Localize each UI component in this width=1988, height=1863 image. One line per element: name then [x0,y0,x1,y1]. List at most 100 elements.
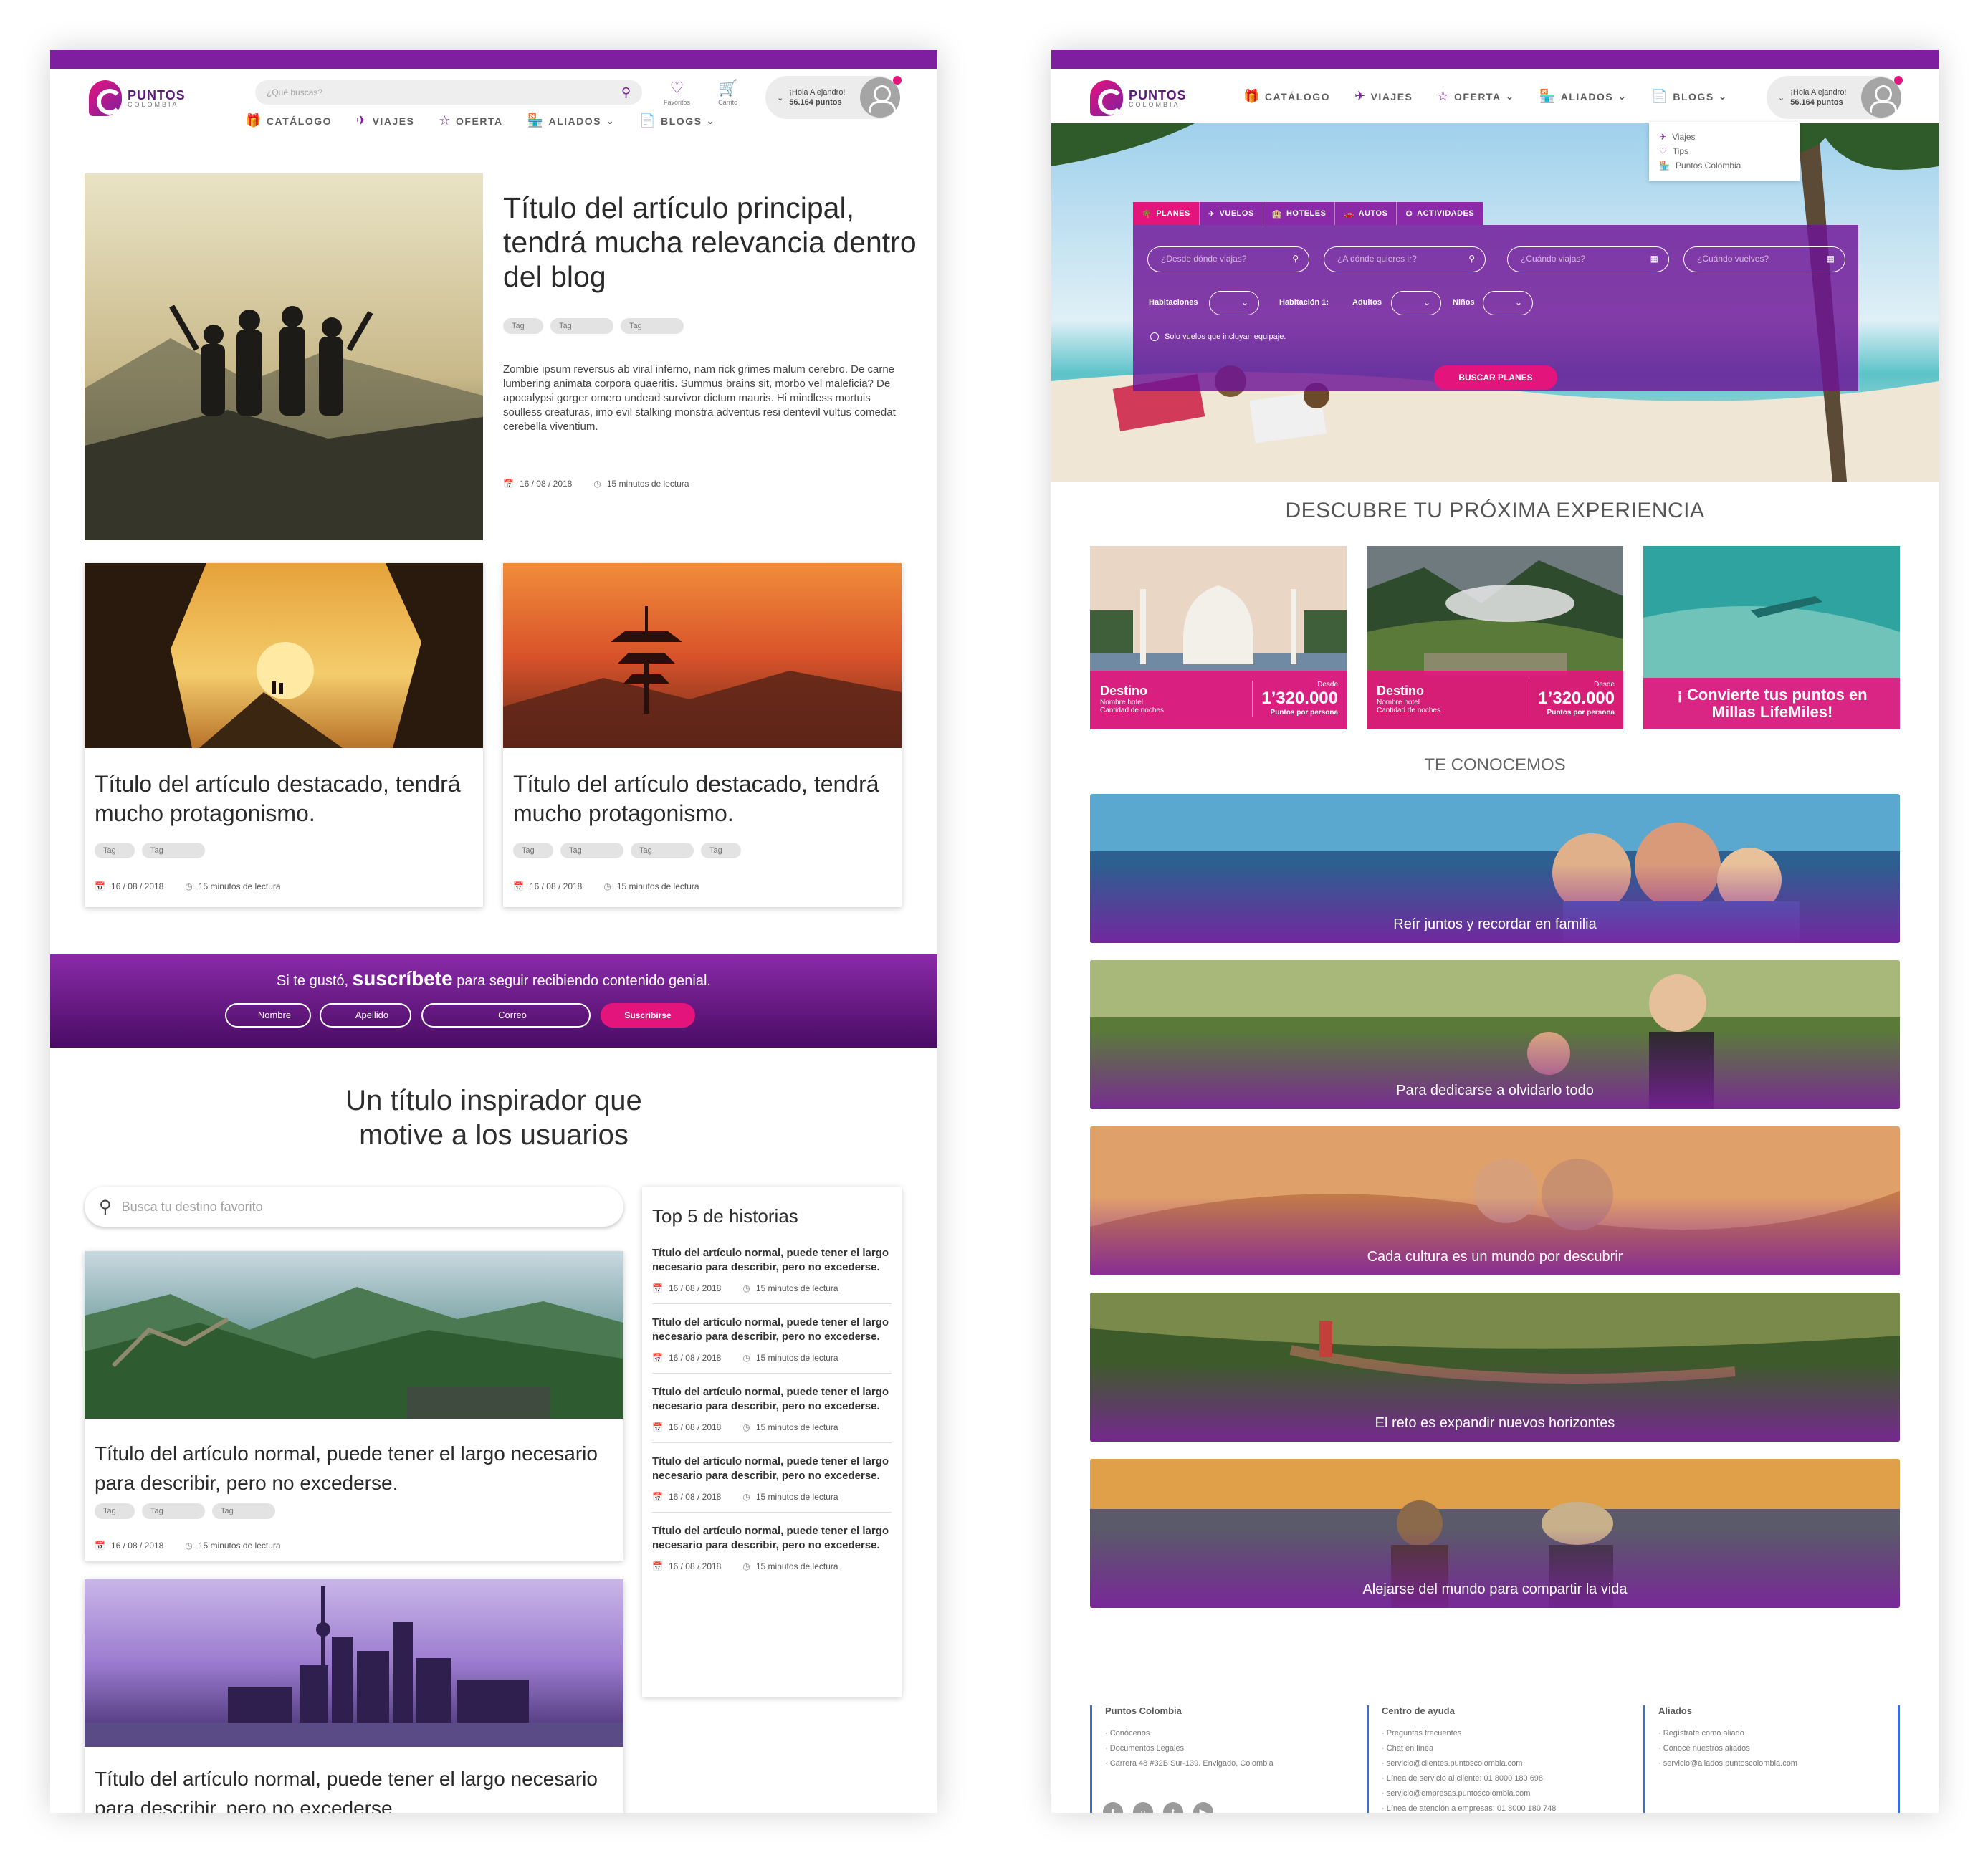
experience-banner[interactable]: Alejarse del mundo para compartir la vid… [1090,1459,1900,1608]
nav-catalogo[interactable]: 🎁 CATÁLOGO [245,113,332,128]
main-article-title[interactable]: Título del artículo principal, tendrá mu… [503,191,919,294]
lifemiles-card[interactable]: ¡ Convierte tus puntos en Millas LifeMil… [1643,546,1900,729]
destination-search-input[interactable]: ⚲ Busca tu destino favorito [85,1187,623,1227]
nav-aliados[interactable]: 🏪 ALIADOS ⌄ [527,113,616,128]
facebook-icon[interactable]: f [1103,1802,1123,1813]
featured-meta: 📅 16 / 08 / 2018 ◷ 15 minutos de lectura [513,881,699,891]
nav-catalogo[interactable]: 🎁 CATÁLOGO [1243,89,1330,104]
tag[interactable]: Tag [142,843,205,858]
tag[interactable]: Tag [95,1503,135,1519]
habitaciones-select[interactable]: ⌄ [1209,291,1259,315]
tab-vuelos[interactable]: ✈ VUELOS [1199,202,1263,225]
puntos-logo[interactable]: PUNTOS COLOMBIA [89,80,186,116]
know-title: TE CONOCEMOS [1424,755,1566,775]
featured-article-card[interactable]: Título del artículo destacado, tendrá mu… [85,563,483,907]
experience-banner[interactable]: Cada cultura es un mundo por descubrir [1090,1126,1900,1275]
experience-banner[interactable]: El reto es expandir nuevos horizontes [1090,1293,1900,1442]
blogs-menu-item[interactable]: ♡ Tips [1659,146,1789,156]
depart-date-input[interactable]: ¿Cuándo viajas? ▦ [1507,246,1669,272]
nav-viajes[interactable]: ✈ VIAJES [1354,89,1413,104]
normal-article-title[interactable]: Título del artículo normal, puede tener … [95,1764,611,1813]
cart-button[interactable]: 🛒 Carrito [718,79,737,106]
top5-item[interactable]: Título del artículo normal, puede tener … [652,1513,892,1581]
destination-price: Desde 1’320.000 Puntos por persona [1529,681,1615,717]
tag[interactable]: Tag [560,843,623,858]
nav-oferta[interactable]: ☆ OFERTA [439,113,502,128]
footer-link[interactable]: · Documentos Legales [1105,1744,1349,1753]
top5-item[interactable]: Título del artículo normal, puede tener … [652,1304,892,1374]
adultos-select[interactable]: ⌄ [1391,291,1441,315]
nav-blogs[interactable]: 📄 BLOGS ⌄ [1651,89,1727,104]
to-input[interactable]: ¿A dónde quieres ir? ⚲ [1324,246,1486,272]
tab-autos[interactable]: 🚗 AUTOS [1335,202,1397,225]
experience-banner[interactable]: Para dedicarse a olvidarlo todo [1090,960,1900,1109]
youtube-icon[interactable]: ▶ [1193,1802,1213,1813]
footer-link[interactable]: · Preguntas frecuentes [1382,1729,1626,1738]
nav-blogs[interactable]: 📄 BLOGS ⌄ [639,113,715,128]
footer-link[interactable]: · servicio@empresas.puntoscolombia.com [1382,1789,1626,1798]
tag[interactable]: Tag [95,843,135,858]
blogs-menu-item[interactable]: ✈ Viajes [1659,132,1789,142]
buscar-planes-button[interactable]: BUSCAR PLANES [1434,365,1557,390]
luggage-option[interactable]: Solo vuelos que incluyan equipaje. [1150,332,1286,341]
tag[interactable]: Tag [513,843,553,858]
footer-link[interactable]: · Conoce nuestros aliados [1658,1744,1898,1753]
twitter-icon[interactable]: t [1163,1802,1183,1813]
favorites-button[interactable]: ♡ Favoritos [664,79,690,106]
tag[interactable]: Tag [621,318,684,334]
top5-item[interactable]: Título del artículo normal, puede tener … [652,1443,892,1513]
avatar[interactable] [1861,76,1903,118]
chevron-down-icon: ⌄ [605,115,616,126]
read-time: 15 minutos de lectura [755,1422,838,1432]
tab-actividades[interactable]: ✪ ACTIVIDADES [1397,202,1484,225]
top5-item[interactable]: Título del artículo normal, puede tener … [652,1374,892,1443]
tab-planes[interactable]: 🌴 PLANES [1133,202,1200,225]
logo-mark [1090,80,1124,116]
tag[interactable]: Tag [631,843,694,858]
blogs-menu-item[interactable]: 🏪 Puntos Colombia [1659,161,1789,171]
return-date-input[interactable]: ¿Cuándo vuelves? ▦ [1683,246,1845,272]
subscribe-button[interactable]: Suscribirse [601,1003,695,1028]
normal-article-card[interactable]: Título del artículo normal, puede tener … [85,1251,623,1561]
correo-field[interactable]: Correo [421,1003,591,1028]
instagram-icon[interactable]: ○ [1133,1802,1153,1813]
tag[interactable]: Tag [503,318,543,334]
main-article-image[interactable] [85,173,483,540]
tag[interactable]: Tag [142,1503,205,1519]
featured-title[interactable]: Título del artículo destacado, tendrá mu… [513,770,893,828]
nav-oferta[interactable]: ☆ OFERTA ⌄ [1437,89,1514,104]
user-menu[interactable]: ⌄ ¡Hola Alejandro! 56.164 puntos [765,76,902,119]
nombre-field[interactable]: Nombre [225,1003,311,1028]
tag[interactable]: Tag [212,1503,275,1519]
destination-card[interactable]: Destino Nombre hotel Cantidad de noches … [1367,546,1623,729]
tab-hoteles[interactable]: 🏨 HOTELES [1263,202,1336,225]
normal-article-card[interactable]: Título del artículo normal, puede tener … [85,1579,623,1813]
top5-item[interactable]: Título del artículo normal, puede tener … [652,1235,892,1304]
experience-banner[interactable]: Reír juntos y recordar en familia [1090,794,1900,943]
nav-viajes[interactable]: ✈ VIAJES [356,113,414,128]
footer-link[interactable]: · servicio@aliados.puntoscolombia.com [1658,1759,1898,1768]
normal-article-title[interactable]: Título del artículo normal, puede tener … [95,1439,611,1498]
search-icon[interactable]: ⚲ [621,85,631,100]
footer-link[interactable]: · Conócenos [1105,1729,1349,1738]
header-search[interactable]: ¿Qué buscas? ⚲ [255,80,642,105]
destination-card[interactable]: Destino Nombre hotel Cantidad de noches … [1090,546,1347,729]
ninos-select[interactable]: ⌄ [1483,291,1533,315]
featured-title[interactable]: Título del artículo destacado, tendrá mu… [95,770,474,828]
logo-sub: COLOMBIA [1129,100,1180,108]
featured-article-card[interactable]: Título del artículo destacado, tendrá mu… [503,563,902,907]
radio-button[interactable] [1150,332,1159,341]
footer-link[interactable]: · Chat en línea [1382,1744,1626,1753]
apellido-field[interactable]: Apellido [320,1003,411,1028]
tag[interactable]: Tag [550,318,613,334]
footer-link[interactable]: · servicio@clientes.puntoscolombia.com [1382,1759,1626,1768]
puntos-logo[interactable]: PUNTOS COLOMBIA [1090,80,1187,116]
nav-aliados[interactable]: 🏪 ALIADOS ⌄ [1539,89,1628,104]
tag[interactable]: Tag [701,843,741,858]
from-input[interactable]: ¿Desde dónde viajas? ⚲ [1147,246,1309,272]
user-menu[interactable]: ⌄ ¡Hola Alejandro! 56.164 puntos [1767,76,1903,119]
main-nav: 🎁 CATÁLOGO ✈ VIAJES ☆ OFERTA ⌄ 🏪 ALIADOS ⌄ 📄 BL… [1243,89,1728,104]
avatar[interactable] [860,76,902,118]
destination-info: Destino Nombre hotel Cantidad de noches [1100,684,1164,714]
footer-link[interactable]: · Regístrate como aliado [1658,1729,1898,1738]
